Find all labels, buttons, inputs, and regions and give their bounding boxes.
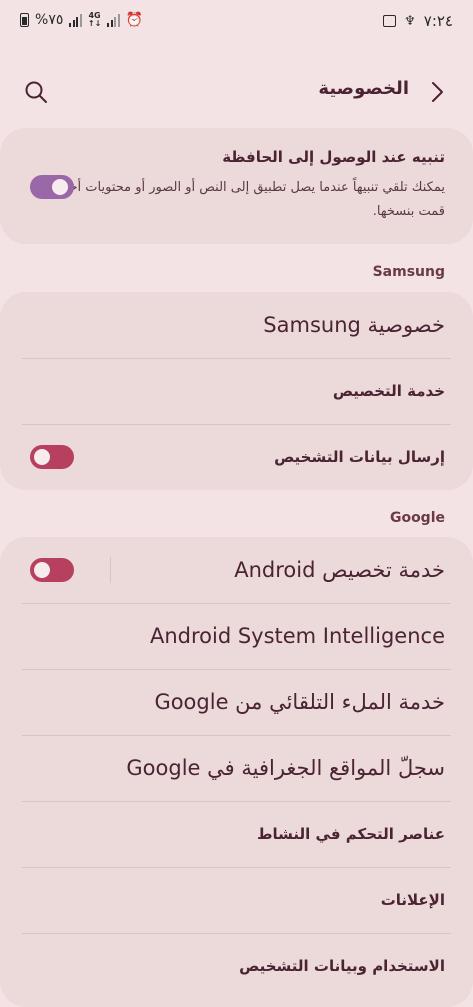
status-left: %٧٥ 4G ↑↓ ⏰ [20,12,143,28]
signal-icon-2 [107,13,120,27]
clipboard-alert-toggle[interactable] [30,175,74,199]
customization-service-label: خدمة التخصيص [332,382,445,400]
chevron-right-icon [432,82,443,102]
autofill-service-item[interactable]: خدمة الملء التلقائي من Google [22,669,451,735]
battery-level: %٧٥ [35,12,64,28]
samsung-privacy-label: خصوصية Samsung [263,313,445,337]
android-customization-label: خدمة تخصيص Android [234,558,445,582]
search-button[interactable] [22,78,50,106]
clipboard-alert-description: يمكنك تلقي تنبيهاً عندما يصل تطبيق إلى ا… [52,180,445,219]
usage-diagnostics-label: الاستخدام وبيانات التشخيص [239,957,445,975]
usage-diagnostics-item[interactable]: الاستخدام وبيانات التشخيص [22,933,451,999]
google-card: خدمة تخصيص Android Android System Intell… [0,537,473,1007]
status-bar: %٧٥ 4G ↑↓ ⏰ ♆ ٧:٢٤ [0,0,473,44]
vertical-separator [110,557,111,583]
location-history-item[interactable]: سجلّ المواقع الجغرافية في Google [22,735,451,801]
alarm-icon: ⏰ [125,12,144,28]
send-diagnostic-item[interactable]: إرسال بيانات التشخيص [22,424,451,490]
samsung-privacy-item[interactable]: خصوصية Samsung [22,292,451,358]
page-title: الخصوصية [318,78,409,99]
clock: ٧:٢٤ [423,12,453,30]
toggle-knob [50,177,70,197]
toggle-knob [32,560,52,580]
android-customization-item[interactable]: خدمة تخصيص Android [22,537,451,603]
android-customization-toggle[interactable] [30,558,74,582]
search-icon [25,81,47,103]
send-diagnostic-label: إرسال بيانات التشخيص [274,448,445,466]
ads-label: الإعلانات [380,891,445,909]
activity-controls-label: عناصر التحكم في النشاط [256,825,445,843]
android-system-intelligence-label: Android System Intelligence [149,624,445,648]
location-history-label: سجلّ المواقع الجغرافية في Google [126,756,445,780]
section-title-google: Google [389,510,445,526]
status-right: ♆ ٧:٢٤ [383,12,453,30]
android-system-intelligence-item[interactable]: Android System Intelligence [22,603,451,669]
clipboard-alert-title: تنبيه عند الوصول إلى الحافظة [222,148,445,166]
flashlight-icon: ♆ [404,13,416,29]
toggle-knob [32,447,52,467]
signal-icon [69,13,82,27]
customization-service-item[interactable]: خدمة التخصيص [22,358,451,424]
app-header: الخصوصية [0,64,473,120]
samsung-card: خصوصية Samsung خدمة التخصيص إرسال بيانات… [0,292,473,490]
ads-item[interactable]: الإعلانات [22,867,451,933]
section-title-samsung: Samsung [372,264,445,280]
autofill-service-label: خدمة الملء التلقائي من Google [154,690,445,714]
activity-controls-item[interactable]: عناصر التحكم في النشاط [22,801,451,867]
network-type: 4G ↑↓ [87,11,102,28]
clipboard-alert-card[interactable]: تنبيه عند الوصول إلى الحافظة يمكنك تلقي … [0,128,473,244]
back-button[interactable] [423,78,451,106]
battery-icon [20,13,29,27]
send-diagnostic-toggle[interactable] [30,445,74,469]
image-icon [383,15,397,27]
